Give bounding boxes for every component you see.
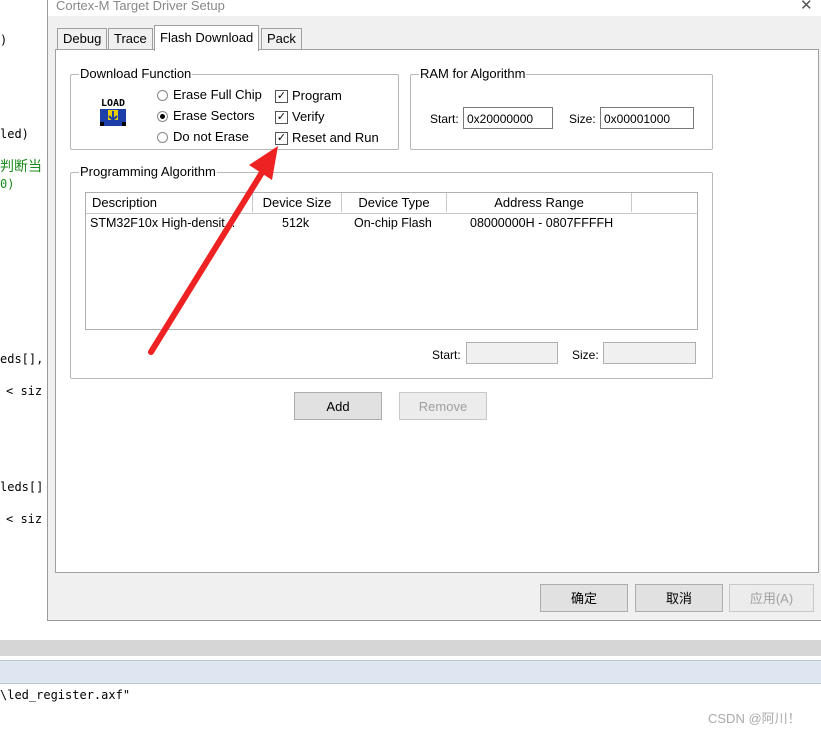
ram-size-input[interactable]: 0x00001000 <box>600 107 694 129</box>
cell-device-size: 512k <box>282 216 310 230</box>
code-line: eds[], <box>0 352 44 366</box>
algorithm-start-label: Start: <box>432 348 461 362</box>
verify-checkbox[interactable]: ✓ <box>275 111 288 124</box>
cell-address-range: 08000000H - 0807FFFFH <box>470 216 614 230</box>
cell-description: STM32F10x High-densit... <box>90 216 236 230</box>
code-line: leds[] <box>0 480 44 494</box>
program-checkbox[interactable]: ✓ <box>275 90 288 103</box>
erase-sectors-label[interactable]: Erase Sectors <box>173 108 255 124</box>
close-icon[interactable]: ✕ <box>800 0 813 14</box>
column-header-device-size[interactable]: Device Size <box>253 193 342 212</box>
ram-size-label: Size: <box>569 112 596 126</box>
tab-pack[interactable]: Pack <box>261 28 302 49</box>
column-header-address-range[interactable]: Address Range <box>447 193 632 212</box>
editor-scrollbar[interactable] <box>0 640 821 656</box>
algorithm-start-input[interactable] <box>466 342 558 364</box>
download-function-label: Download Function <box>79 66 193 82</box>
code-line: 判断当 <box>0 159 42 175</box>
flash-download-panel: Download Function LOAD Erase Full Chip E… <box>55 49 819 573</box>
apply-button[interactable]: 应用(A) <box>729 584 814 612</box>
code-line: < siz <box>6 384 43 398</box>
programming-algorithm-group: Programming Algorithm Description Device… <box>70 164 713 379</box>
erase-sectors-radio[interactable] <box>157 111 168 122</box>
reset-and-run-checkbox[interactable]: ✓ <box>275 132 288 145</box>
program-label[interactable]: Program <box>292 88 342 104</box>
code-line: < siz <box>6 512 43 526</box>
erase-full-chip-label[interactable]: Erase Full Chip <box>173 87 262 103</box>
tab-debug[interactable]: Debug <box>57 28 108 49</box>
cancel-button[interactable]: 取消 <box>635 584 723 612</box>
do-not-erase-radio[interactable] <box>157 132 168 143</box>
algorithm-size-label: Size: <box>572 348 599 362</box>
load-icon-text: LOAD <box>101 98 125 109</box>
cell-device-type: On-chip Flash <box>354 216 432 230</box>
table-header: Description Device Size Device Type Addr… <box>86 193 697 214</box>
column-header-description[interactable]: Description <box>86 193 253 212</box>
ram-for-algorithm-group: RAM for Algorithm Start: 0x20000000 Size… <box>410 66 713 150</box>
target-driver-setup-dialog: Cortex-M Target Driver Setup ✕ Debug Tra… <box>47 0 821 621</box>
download-function-group: Download Function LOAD Erase Full Chip E… <box>70 66 399 150</box>
code-line: 0) <box>0 177 15 191</box>
code-line: ) <box>0 33 8 47</box>
code-line: led) <box>0 127 29 141</box>
algorithm-table: Description Device Size Device Type Addr… <box>85 192 698 330</box>
title-bar: Cortex-M Target Driver Setup ✕ <box>48 0 821 16</box>
tab-trace[interactable]: Trace <box>108 28 153 49</box>
algorithm-size-input[interactable] <box>603 342 696 364</box>
ok-button[interactable]: 确定 <box>540 584 628 612</box>
ram-for-algorithm-label: RAM for Algorithm <box>419 66 527 82</box>
reset-and-run-label[interactable]: Reset and Run <box>292 130 379 146</box>
ram-start-label: Start: <box>430 112 459 126</box>
output-text: \led_register.axf" <box>0 688 131 702</box>
programming-algorithm-label: Programming Algorithm <box>79 164 217 180</box>
ram-start-input[interactable]: 0x20000000 <box>463 107 553 129</box>
erase-full-chip-radio[interactable] <box>157 90 168 101</box>
do-not-erase-label[interactable]: Do not Erase <box>173 129 249 145</box>
verify-label[interactable]: Verify <box>292 109 325 125</box>
tab-flash-download[interactable]: Flash Download <box>154 25 260 51</box>
dialog-title: Cortex-M Target Driver Setup <box>56 0 225 13</box>
add-button[interactable]: Add <box>294 392 382 420</box>
output-header-bar <box>0 660 821 684</box>
watermark: CSDN @阿川！ <box>708 711 801 726</box>
table-row[interactable]: STM32F10x High-densit... 512k On-chip Fl… <box>86 215 697 233</box>
column-header-device-type[interactable]: Device Type <box>342 193 447 212</box>
load-icon: LOAD <box>97 95 129 127</box>
remove-button[interactable]: Remove <box>399 392 487 420</box>
